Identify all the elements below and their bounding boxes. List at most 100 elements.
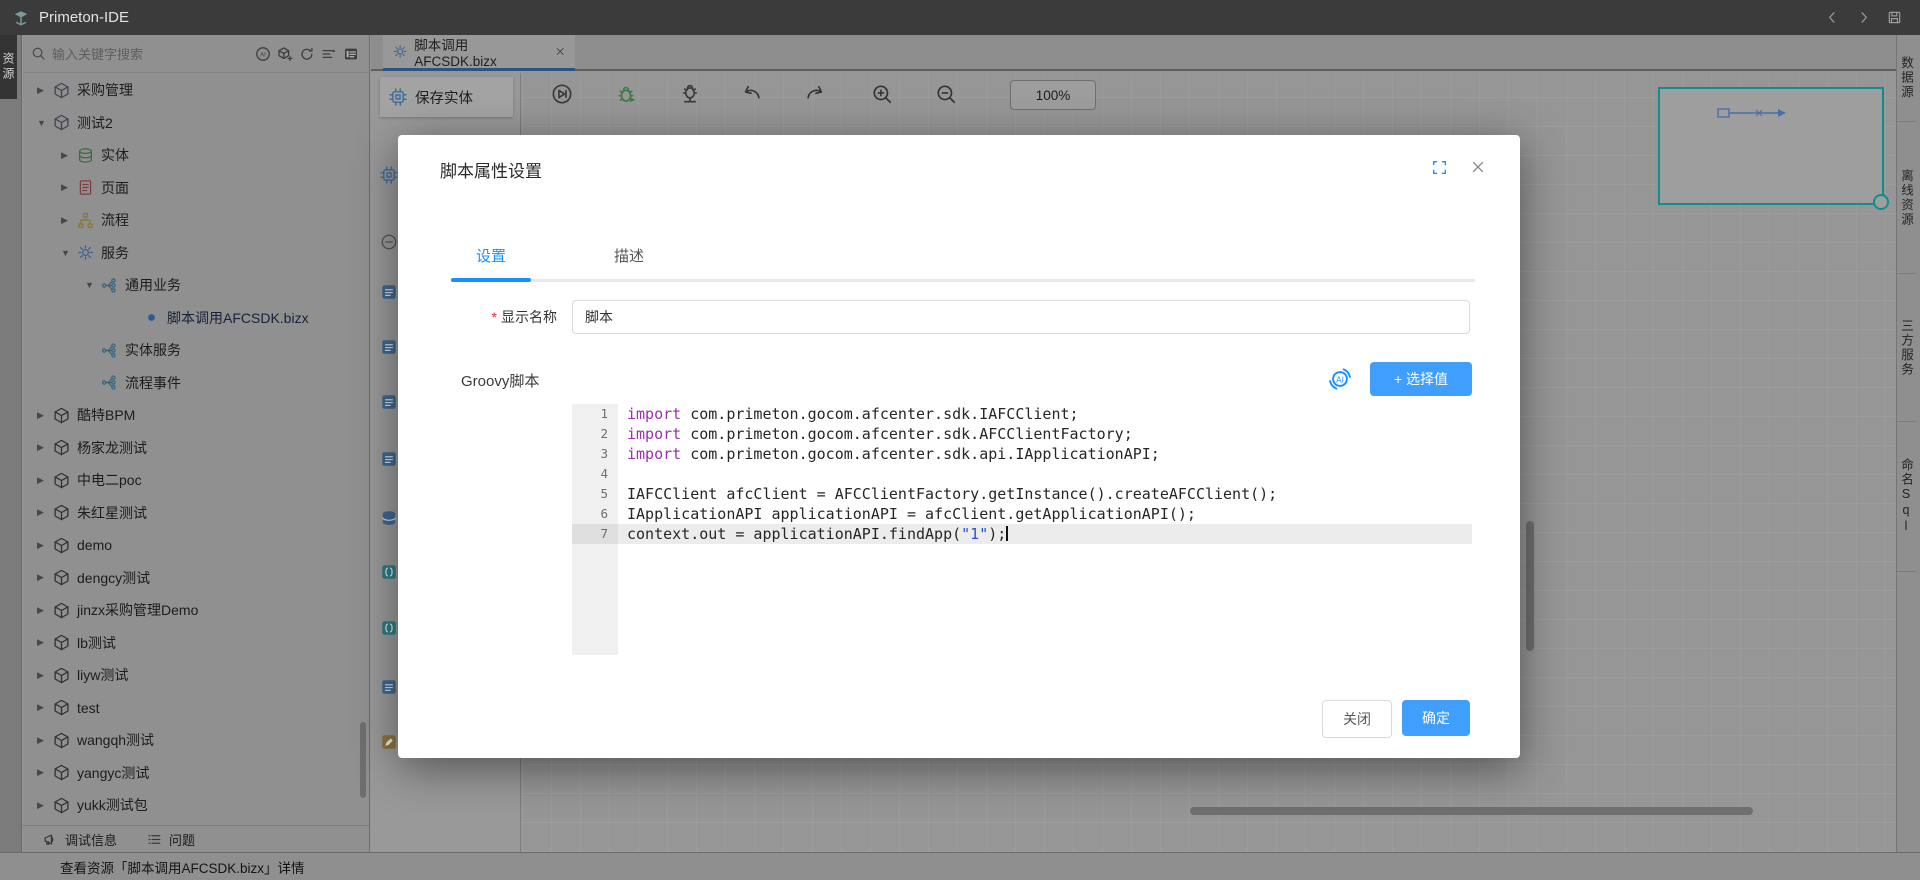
groovy-code-editor[interactable]: 1import com.primeton.gocom.afcenter.sdk.…	[572, 404, 1472, 655]
palette-sqnode-icon[interactable]	[380, 678, 398, 696]
select-value-button[interactable]: + 选择值	[1370, 362, 1472, 396]
tree-item[interactable]: ▶实体	[23, 139, 369, 172]
code-line[interactable]: 5IAFCClient afcClient = AFCClientFactory…	[572, 484, 1472, 504]
chevron-down-icon[interactable]: ▼	[37, 118, 53, 128]
right-tab[interactable]: 离线资源	[1897, 122, 1916, 274]
tree-item[interactable]: ▶yukk测试包	[23, 789, 369, 822]
save-icon[interactable]	[1887, 10, 1902, 25]
code-line[interactable]: 3import com.primeton.gocom.afcenter.sdk.…	[572, 444, 1472, 464]
chevron-right-icon[interactable]: ▶	[61, 215, 77, 226]
fullscreen-icon[interactable]	[1431, 159, 1448, 176]
bottom-tab-megaphone[interactable]: 调试信息	[43, 830, 117, 849]
right-tab[interactable]: 三方服务	[1897, 274, 1916, 422]
tree-item[interactable]: ▶lb测试	[23, 627, 369, 660]
vertical-scrollbar[interactable]	[1526, 521, 1534, 651]
close-tab-icon[interactable]	[555, 46, 565, 57]
chevron-right-icon[interactable]: ▶	[37, 605, 53, 616]
palette-sqnode-icon[interactable]	[380, 338, 398, 356]
palette-bracenode-icon[interactable]	[380, 619, 398, 637]
chevron-right-icon[interactable]: ▶	[37, 507, 53, 518]
chevron-right-icon[interactable]: ▶	[61, 182, 77, 193]
search-bar[interactable]: 输入关键字搜索 AI	[23, 35, 369, 73]
chevron-right-icon[interactable]: ▶	[37, 637, 53, 648]
tree-item[interactable]: ▶杨家龙测试	[23, 432, 369, 465]
toolbar-zoomin-icon[interactable]	[871, 83, 893, 105]
zoom-level-box[interactable]: 100%	[1010, 80, 1096, 110]
tree-item[interactable]: ▶页面	[23, 172, 369, 205]
palette-dbnode-icon[interactable]	[380, 509, 398, 527]
toolbar-bugrun-icon[interactable]	[616, 83, 638, 105]
tree-item[interactable]: ▶中电二poc	[23, 464, 369, 497]
chevron-right-icon[interactable]: ▶	[37, 540, 53, 551]
panel-icon[interactable]	[343, 46, 359, 62]
search-input[interactable]: 输入关键字搜索	[52, 44, 255, 63]
palette-node-save-entity[interactable]: 保存实体	[380, 77, 513, 117]
refresh-icon[interactable]	[299, 46, 315, 62]
chevron-down-icon[interactable]: ▼	[85, 280, 101, 290]
editor-tab-active[interactable]: 脚本调用AFCSDK.bizx	[383, 35, 575, 71]
chevron-down-icon[interactable]: ▼	[61, 248, 77, 258]
dialog-tab-inactive[interactable]: 描述	[614, 245, 644, 266]
palette-chip-icon[interactable]	[380, 166, 398, 184]
sidebar-scrollbar[interactable]	[360, 722, 366, 798]
tree-item[interactable]: 实体服务	[23, 334, 369, 367]
minimap[interactable]	[1658, 87, 1884, 205]
tree-item[interactable]: ▶test	[23, 692, 369, 725]
chevron-right-icon[interactable]: ▶	[37, 410, 53, 421]
rail-tab-resources[interactable]: 资源	[0, 35, 17, 99]
chevron-right-icon[interactable]: ▶	[37, 670, 53, 681]
toolbar-zoomout-icon[interactable]	[935, 83, 957, 105]
toolbar-circleplay-icon[interactable]	[551, 83, 573, 105]
tree-item[interactable]: ▶朱红星测试	[23, 497, 369, 530]
close-dialog-icon[interactable]	[1470, 159, 1486, 175]
code-line[interactable]: 4	[572, 464, 1472, 484]
ai-assist-icon[interactable]: AI	[1328, 367, 1352, 391]
code-line[interactable]: 6IApplicationAPI applicationAPI = afcCli…	[572, 504, 1472, 524]
close-button[interactable]: 关闭	[1322, 700, 1392, 738]
tree-item[interactable]: ▶liyw测试	[23, 659, 369, 692]
chevron-right-icon[interactable]: ▶	[37, 800, 53, 811]
tree-item[interactable]: ▶yangyc测试	[23, 757, 369, 790]
tree-item[interactable]: ▼服务	[23, 237, 369, 270]
bottom-tab-list[interactable]: 问题	[147, 830, 195, 849]
nav-back-icon[interactable]	[1825, 10, 1840, 25]
toolbar-bugstep-icon[interactable]	[679, 83, 701, 105]
palette-sqnode-icon[interactable]	[380, 393, 398, 411]
tree-item[interactable]: 脚本调用AFCSDK.bizx	[23, 302, 369, 335]
chevron-right-icon[interactable]: ▶	[37, 475, 53, 486]
dialog-tab-active[interactable]: 设置	[476, 245, 506, 266]
chevron-right-icon[interactable]: ▶	[61, 150, 77, 161]
palette-sqnode-icon[interactable]	[380, 450, 398, 468]
right-tab[interactable]: 数据源	[1897, 35, 1916, 122]
confirm-button[interactable]: 确定	[1402, 700, 1470, 736]
code-line[interactable]: 1import com.primeton.gocom.afcenter.sdk.…	[572, 404, 1472, 424]
palette-sqnode-icon[interactable]	[380, 283, 398, 301]
code-line[interactable]: 7context.out = applicationAPI.findApp("1…	[572, 524, 1472, 544]
minimap-zoom-handle[interactable]	[1873, 194, 1889, 210]
right-tab[interactable]: 命名Sql	[1897, 422, 1916, 572]
chevron-right-icon[interactable]: ▶	[37, 702, 53, 713]
display-name-input[interactable]: 脚本	[572, 300, 1470, 334]
sort-icon[interactable]	[321, 46, 337, 62]
tree-item[interactable]: ▶demo	[23, 529, 369, 562]
palette-circleminus-icon[interactable]	[380, 233, 398, 251]
tree-item[interactable]: ▶wangqh测试	[23, 724, 369, 757]
tree-item[interactable]: ▶酷特BPM	[23, 399, 369, 432]
toolbar-redo-icon[interactable]	[804, 83, 826, 105]
tree-item[interactable]: ▶jinzx采购管理Demo	[23, 594, 369, 627]
chevron-right-icon[interactable]: ▶	[37, 442, 53, 453]
package-plus-icon[interactable]	[277, 46, 293, 62]
horizontal-scrollbar[interactable]	[1190, 807, 1753, 815]
chevron-right-icon[interactable]: ▶	[37, 767, 53, 778]
toolbar-undo-icon[interactable]	[741, 83, 763, 105]
chevron-right-icon[interactable]: ▶	[37, 85, 53, 96]
palette-bracenode-icon[interactable]	[380, 563, 398, 581]
palette-pencilnode-icon[interactable]	[380, 733, 398, 751]
tree-item[interactable]: ▶采购管理	[23, 74, 369, 107]
tree-item[interactable]: ▶流程	[23, 204, 369, 237]
nav-forward-icon[interactable]	[1856, 10, 1871, 25]
tree-item[interactable]: ▼通用业务	[23, 269, 369, 302]
tree-item[interactable]: 流程事件	[23, 367, 369, 400]
code-line[interactable]: 2import com.primeton.gocom.afcenter.sdk.…	[572, 424, 1472, 444]
tree-item[interactable]: ▼测试2	[23, 107, 369, 140]
